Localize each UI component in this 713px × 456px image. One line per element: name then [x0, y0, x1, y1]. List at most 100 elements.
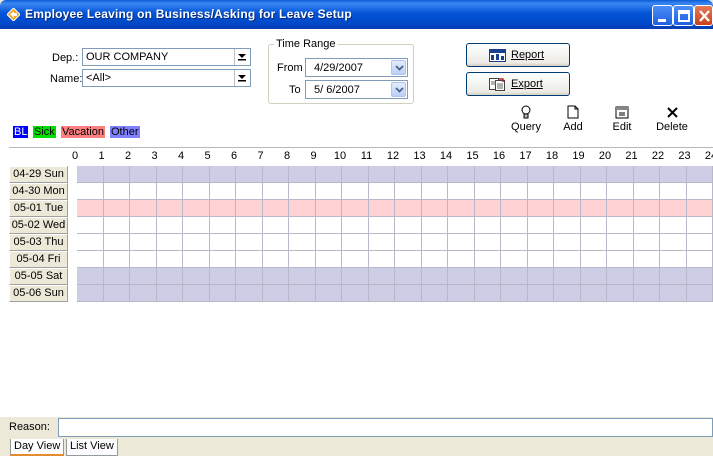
- hour-cells[interactable]: [77, 251, 713, 268]
- hour-cell[interactable]: [422, 217, 448, 234]
- hour-cell[interactable]: [183, 251, 210, 268]
- hour-cell[interactable]: [236, 166, 263, 183]
- hour-cell[interactable]: [104, 166, 130, 183]
- hour-cell[interactable]: [130, 285, 157, 302]
- hour-cell[interactable]: [210, 285, 236, 302]
- hour-cell[interactable]: [581, 285, 607, 302]
- hour-cell[interactable]: [183, 183, 210, 200]
- hour-cell[interactable]: [660, 285, 687, 302]
- hour-cell[interactable]: [634, 183, 660, 200]
- hour-cell[interactable]: [316, 268, 342, 285]
- hour-cell[interactable]: [634, 234, 660, 251]
- hour-cell[interactable]: [157, 183, 183, 200]
- hour-cell[interactable]: [422, 251, 448, 268]
- hour-cell[interactable]: [448, 251, 475, 268]
- hour-cell[interactable]: [263, 285, 289, 302]
- hour-cell[interactable]: [395, 251, 422, 268]
- hour-cell[interactable]: [342, 285, 369, 302]
- hour-cell[interactable]: [607, 251, 634, 268]
- hour-cell[interactable]: [183, 217, 210, 234]
- hour-cell[interactable]: [448, 200, 475, 217]
- hour-cell[interactable]: [581, 183, 607, 200]
- hour-cell[interactable]: [581, 217, 607, 234]
- hour-cell[interactable]: [554, 268, 581, 285]
- hour-cell[interactable]: [395, 200, 422, 217]
- hour-cell[interactable]: [660, 183, 687, 200]
- hour-cell[interactable]: [528, 251, 554, 268]
- hour-cell[interactable]: [528, 166, 554, 183]
- hour-cell[interactable]: [236, 200, 263, 217]
- hour-cell[interactable]: [607, 285, 634, 302]
- hour-cell[interactable]: [395, 285, 422, 302]
- hour-cells[interactable]: [77, 285, 713, 302]
- edit-button[interactable]: Edit: [608, 105, 636, 133]
- day-row[interactable]: 04-30 Mon: [9, 183, 713, 200]
- hour-cell[interactable]: [369, 166, 395, 183]
- hour-cell[interactable]: [77, 234, 104, 251]
- hour-cell[interactable]: [634, 217, 660, 234]
- hour-cell[interactable]: [289, 285, 316, 302]
- hour-cell[interactable]: [554, 166, 581, 183]
- hour-cell[interactable]: [236, 268, 263, 285]
- hour-cell[interactable]: [448, 234, 475, 251]
- name-select[interactable]: <All>: [82, 69, 251, 87]
- hour-cell[interactable]: [475, 200, 501, 217]
- hour-cell[interactable]: [77, 183, 104, 200]
- name-dropdown-button[interactable]: [234, 70, 250, 86]
- hour-cell[interactable]: [263, 234, 289, 251]
- hour-cell[interactable]: [687, 166, 713, 183]
- hour-cell[interactable]: [104, 234, 130, 251]
- report-button[interactable]: Report: [466, 43, 570, 67]
- hour-cell[interactable]: [183, 234, 210, 251]
- hour-cell[interactable]: [607, 166, 634, 183]
- hour-cell[interactable]: [236, 183, 263, 200]
- hour-cell[interactable]: [660, 166, 687, 183]
- hour-cell[interactable]: [607, 268, 634, 285]
- to-date-dropdown-button[interactable]: [391, 82, 406, 97]
- hour-cell[interactable]: [528, 268, 554, 285]
- day-row[interactable]: 05-03 Thu: [9, 234, 713, 251]
- hour-cell[interactable]: [634, 285, 660, 302]
- hour-cell[interactable]: [210, 234, 236, 251]
- hour-cell[interactable]: [501, 268, 528, 285]
- hour-cell[interactable]: [660, 268, 687, 285]
- hour-cell[interactable]: [660, 217, 687, 234]
- hour-cell[interactable]: [316, 217, 342, 234]
- hour-cell[interactable]: [501, 251, 528, 268]
- hour-cell[interactable]: [501, 285, 528, 302]
- hour-cell[interactable]: [422, 200, 448, 217]
- hour-cell[interactable]: [501, 234, 528, 251]
- hour-cell[interactable]: [289, 183, 316, 200]
- delete-button[interactable]: Delete: [652, 105, 692, 133]
- hour-cell[interactable]: [448, 217, 475, 234]
- hour-cell[interactable]: [395, 217, 422, 234]
- hour-cell[interactable]: [210, 251, 236, 268]
- add-button[interactable]: Add: [558, 105, 588, 133]
- hour-cell[interactable]: [422, 268, 448, 285]
- minimize-button[interactable]: [652, 5, 673, 26]
- hour-cell[interactable]: [528, 234, 554, 251]
- hour-cell[interactable]: [342, 200, 369, 217]
- hour-cell[interactable]: [395, 183, 422, 200]
- hour-cell[interactable]: [236, 234, 263, 251]
- hour-cell[interactable]: [77, 251, 104, 268]
- department-dropdown-button[interactable]: [234, 49, 250, 65]
- hour-cell[interactable]: [660, 234, 687, 251]
- hour-cell[interactable]: [581, 268, 607, 285]
- hour-cells[interactable]: [77, 166, 713, 183]
- hour-cell[interactable]: [634, 268, 660, 285]
- hour-cell[interactable]: [77, 285, 104, 302]
- hour-cell[interactable]: [263, 251, 289, 268]
- hour-cell[interactable]: [475, 183, 501, 200]
- day-schedule-grid[interactable]: 0123456789101112131415161718192021222324…: [9, 147, 713, 407]
- hour-cell[interactable]: [316, 166, 342, 183]
- hour-cell[interactable]: [316, 285, 342, 302]
- hour-cell[interactable]: [607, 217, 634, 234]
- hour-cell[interactable]: [660, 200, 687, 217]
- hour-cell[interactable]: [263, 166, 289, 183]
- tab-day-view[interactable]: Day View: [10, 439, 65, 456]
- hour-cell[interactable]: [607, 183, 634, 200]
- department-select[interactable]: OUR COMPANY: [82, 48, 251, 66]
- hour-cell[interactable]: [316, 200, 342, 217]
- hour-cells[interactable]: [77, 268, 713, 285]
